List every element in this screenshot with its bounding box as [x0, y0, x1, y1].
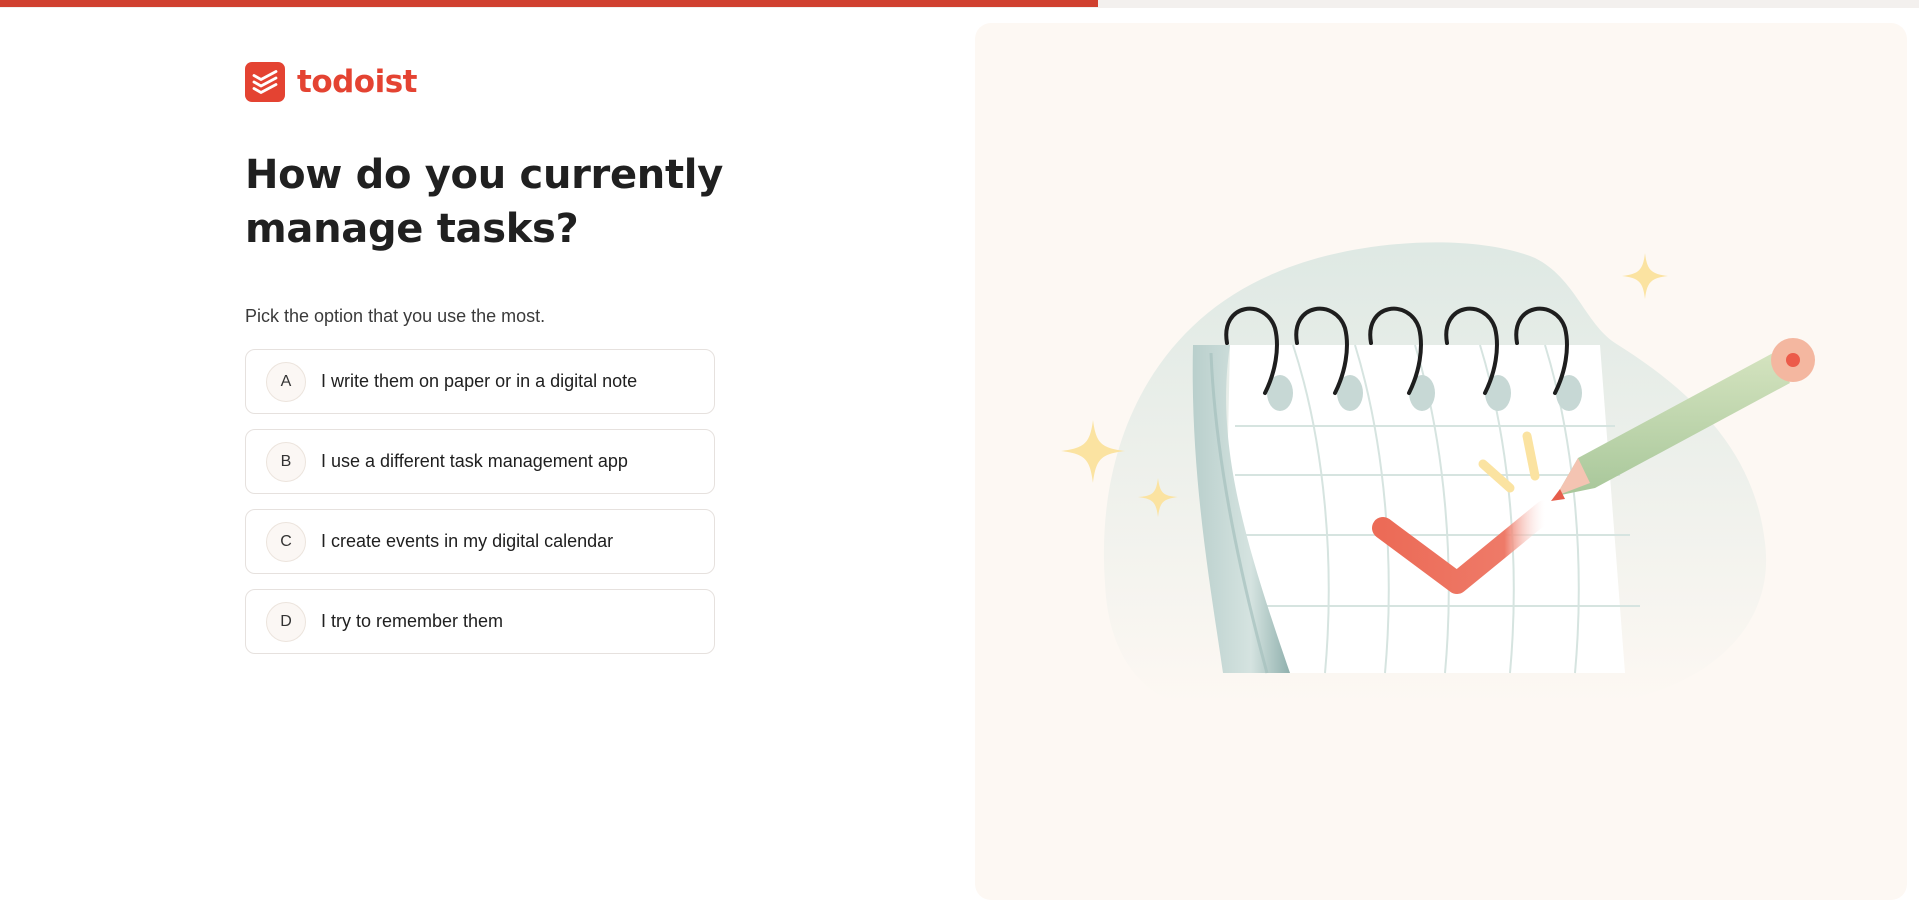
logo-wordmark: todoist	[297, 63, 418, 100]
option-a-button[interactable]: A I write them on paper or in a digital …	[245, 349, 715, 414]
option-key-badge: B	[266, 441, 306, 482]
illustration-panel	[975, 23, 1907, 900]
sparkle-icon	[1622, 253, 1668, 299]
progress-bar-fill	[0, 0, 1098, 7]
page-title: How do you currently manage tasks?	[245, 152, 723, 252]
answer-options: A I write them on paper or in a digital …	[245, 349, 715, 669]
option-label: I write them on paper or in a digital no…	[321, 371, 638, 391]
option-key-badge: C	[266, 521, 306, 562]
option-label: I try to remember them	[321, 611, 504, 631]
todoist-logo: todoist	[245, 62, 418, 102]
option-b-button[interactable]: B I use a different task management app	[245, 429, 715, 494]
progress-bar	[0, 0, 1919, 8]
option-label: I use a different task management app	[321, 451, 628, 471]
option-key-badge: A	[266, 361, 306, 402]
option-label: I create events in my digital calendar	[321, 531, 614, 551]
option-key-badge: D	[266, 601, 306, 642]
question-subtitle: Pick the option that you use the most.	[245, 306, 546, 326]
todoist-layers-icon	[245, 62, 285, 102]
option-d-button[interactable]: D I try to remember them	[245, 589, 715, 654]
notepad-checkmark-illustration	[1061, 242, 1815, 703]
option-c-button[interactable]: C I create events in my digital calendar	[245, 509, 715, 574]
